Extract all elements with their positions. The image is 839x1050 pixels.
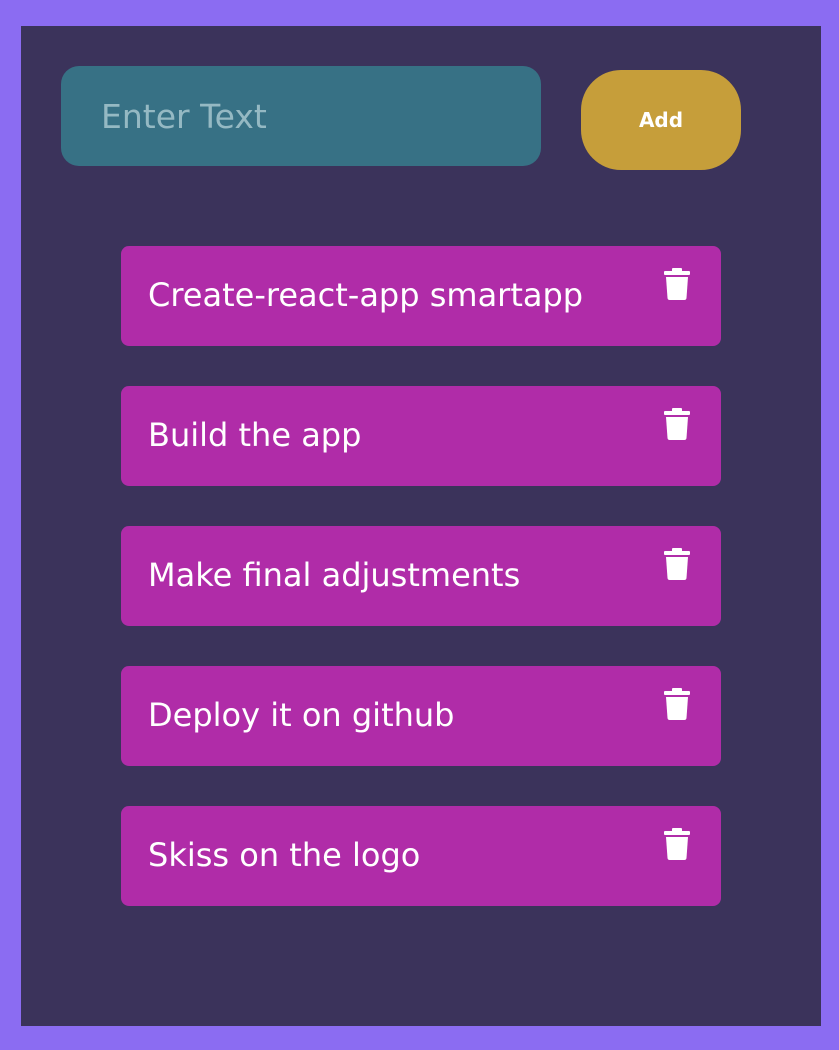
delete-todo-button[interactable] [657,684,697,724]
todo-app-panel: Add Create-react-app smartapp Build the … [21,26,821,1026]
delete-todo-button[interactable] [657,404,697,444]
delete-todo-button[interactable] [657,544,697,584]
todo-item-text: Make final adjustments [148,556,521,594]
add-button[interactable]: Add [581,70,741,170]
delete-todo-button[interactable] [657,824,697,864]
todo-list: Create-react-app smartapp Build the app [121,246,721,946]
todo-item-text: Build the app [148,416,362,454]
todo-text-input[interactable] [61,66,541,166]
todo-item: Make final adjustments [121,526,721,626]
trash-icon [664,408,690,440]
todo-item: Skiss on the logo [121,806,721,906]
trash-icon [664,688,690,720]
todo-item-text: Deploy it on github [148,696,455,734]
todo-item: Build the app [121,386,721,486]
todo-item: Create-react-app smartapp [121,246,721,346]
todo-item: Deploy it on github [121,666,721,766]
trash-icon [664,548,690,580]
todo-item-text: Skiss on the logo [148,836,421,874]
trash-icon [664,268,690,300]
todo-item-text: Create-react-app smartapp [148,276,584,314]
trash-icon [664,828,690,860]
delete-todo-button[interactable] [657,264,697,304]
